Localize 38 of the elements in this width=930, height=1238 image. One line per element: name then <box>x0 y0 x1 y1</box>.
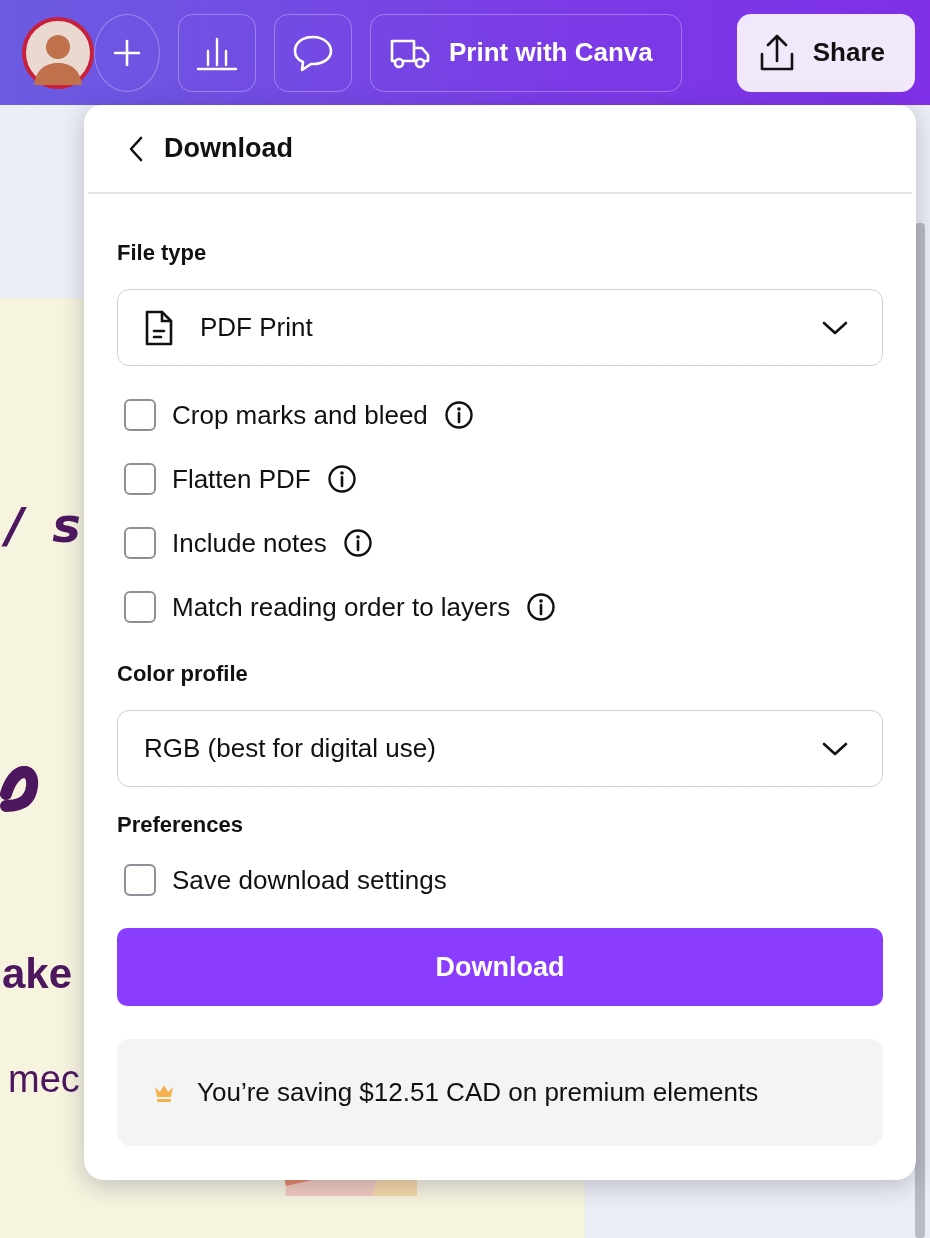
section-label: Color profile <box>117 661 249 687</box>
checkbox[interactable] <box>124 864 156 896</box>
info-icon[interactable] <box>526 592 557 622</box>
savings-text: You’re saving $12.51 CAD on premium elements <box>197 1077 759 1108</box>
checkbox[interactable] <box>124 591 156 623</box>
print-button[interactable]: Print with Canva <box>370 13 682 92</box>
scrollbar[interactable] <box>915 223 925 1238</box>
plus-icon <box>113 38 141 67</box>
chevron-down-icon <box>822 740 848 757</box>
section-label: File type <box>117 240 208 266</box>
design-script-text: / s <box>0 494 93 557</box>
share-icon <box>758 33 795 72</box>
option-label: Crop marks and bleed <box>172 399 428 431</box>
section-label: Preferences <box>117 812 244 838</box>
option-label: Match reading order to layers <box>172 591 511 623</box>
chevron-left-icon <box>128 135 144 162</box>
checkbox[interactable] <box>124 399 156 431</box>
chart-button[interactable] <box>178 13 256 92</box>
speech-bubble-icon <box>292 33 334 72</box>
option-label: Flatten PDF <box>172 463 311 495</box>
share-button[interactable]: Share <box>736 13 915 92</box>
panel-title: Download <box>164 133 293 164</box>
color-profile-dropdown[interactable]: RGB (best for digital use) <box>117 710 883 787</box>
checkbox[interactable] <box>124 527 156 559</box>
info-icon[interactable] <box>326 464 357 494</box>
info-icon[interactable] <box>342 528 373 558</box>
download-button[interactable]: Download <box>117 928 883 1006</box>
script-stroke-drawing <box>0 766 40 814</box>
checkbox[interactable] <box>124 463 156 495</box>
chevron-down-icon <box>822 319 848 336</box>
info-icon[interactable] <box>443 400 474 430</box>
document-icon <box>144 308 174 347</box>
option-label: Include notes <box>172 527 327 559</box>
option-label: Save download settings <box>172 864 447 896</box>
design-heading-text: ake <box>2 950 73 998</box>
file-type-dropdown[interactable]: PDF Print <box>117 289 883 366</box>
design-body-text: mec <box>8 1058 80 1101</box>
comment-button[interactable] <box>274 13 352 92</box>
